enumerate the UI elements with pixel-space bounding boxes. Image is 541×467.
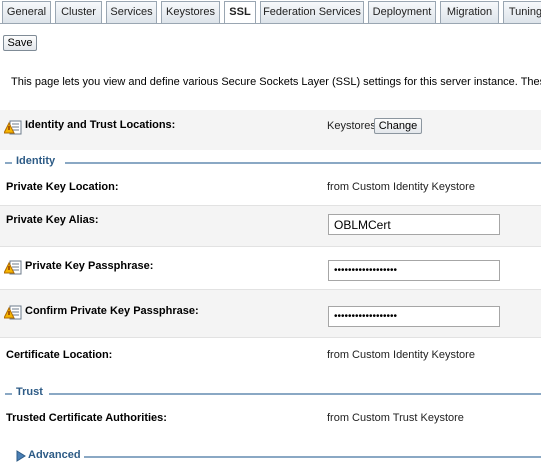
certificate-location-row: Certificate Location: from Custom Identi… bbox=[0, 338, 541, 378]
private-key-alias-row: Private Key Alias: bbox=[0, 206, 541, 247]
trust-section-header: Trust bbox=[0, 386, 541, 400]
warning-restart-icon bbox=[4, 260, 22, 275]
identity-trust-row: Identity and Trust Locations: Keystores … bbox=[0, 110, 541, 150]
private-key-passphrase-row: Private Key Passphrase: bbox=[0, 247, 541, 290]
advanced-section-toggle[interactable]: Advanced bbox=[0, 449, 541, 463]
tab-keystores[interactable]: Keystores bbox=[161, 1, 220, 23]
confirm-passphrase-row: Confirm Private Key Passphrase: bbox=[0, 290, 541, 338]
identity-trust-value: Keystores bbox=[327, 120, 376, 132]
tab-ssl[interactable]: SSL bbox=[224, 1, 256, 23]
tab-deployment[interactable]: Deployment bbox=[368, 1, 436, 23]
trusted-cas-value: from Custom Trust Keystore bbox=[327, 412, 464, 424]
change-button[interactable]: Change bbox=[374, 118, 422, 134]
private-key-passphrase-input[interactable] bbox=[328, 260, 500, 281]
tab-strip: General Cluster Services Keystores SSL F… bbox=[0, 0, 541, 24]
tab-general[interactable]: General bbox=[2, 1, 51, 23]
tab-services[interactable]: Services bbox=[106, 1, 157, 23]
advanced-section-title: Advanced bbox=[28, 449, 81, 461]
trusted-cas-row: Trusted Certificate Authorities: from Cu… bbox=[0, 403, 541, 435]
confirm-passphrase-input[interactable] bbox=[328, 306, 500, 327]
certificate-location-label: Certificate Location: bbox=[6, 349, 113, 361]
identity-trust-label: Identity and Trust Locations: bbox=[25, 119, 176, 131]
section-dash bbox=[5, 162, 12, 164]
tab-migration[interactable]: Migration bbox=[440, 1, 499, 23]
tab-federation-services[interactable]: Federation Services bbox=[260, 1, 364, 23]
tab-tuning[interactable]: Tuning bbox=[503, 1, 541, 23]
trusted-cas-label: Trusted Certificate Authorities: bbox=[6, 412, 167, 424]
section-rule bbox=[84, 456, 541, 458]
section-rule bbox=[65, 162, 541, 164]
triangle-right-icon bbox=[16, 450, 26, 462]
private-key-location-label: Private Key Location: bbox=[6, 181, 119, 193]
confirm-passphrase-label: Confirm Private Key Passphrase: bbox=[25, 305, 199, 317]
intro-text: This page lets you view and define vario… bbox=[11, 76, 541, 88]
warning-restart-icon bbox=[4, 305, 22, 320]
private-key-alias-label: Private Key Alias: bbox=[6, 214, 99, 226]
certificate-location-value: from Custom Identity Keystore bbox=[327, 349, 475, 361]
save-button[interactable]: Save bbox=[3, 35, 37, 51]
identity-section-header: Identity bbox=[0, 155, 541, 169]
private-key-location-value: from Custom Identity Keystore bbox=[327, 181, 475, 193]
private-key-passphrase-label: Private Key Passphrase: bbox=[25, 260, 154, 272]
warning-restart-icon bbox=[4, 120, 22, 135]
private-key-alias-input[interactable] bbox=[328, 214, 500, 235]
identity-section-title: Identity bbox=[16, 155, 56, 167]
tab-cluster[interactable]: Cluster bbox=[55, 1, 102, 23]
section-rule bbox=[49, 393, 541, 395]
section-dash bbox=[5, 393, 12, 395]
trust-section-title: Trust bbox=[16, 386, 43, 398]
private-key-location-row: Private Key Location: from Custom Identi… bbox=[0, 172, 541, 206]
